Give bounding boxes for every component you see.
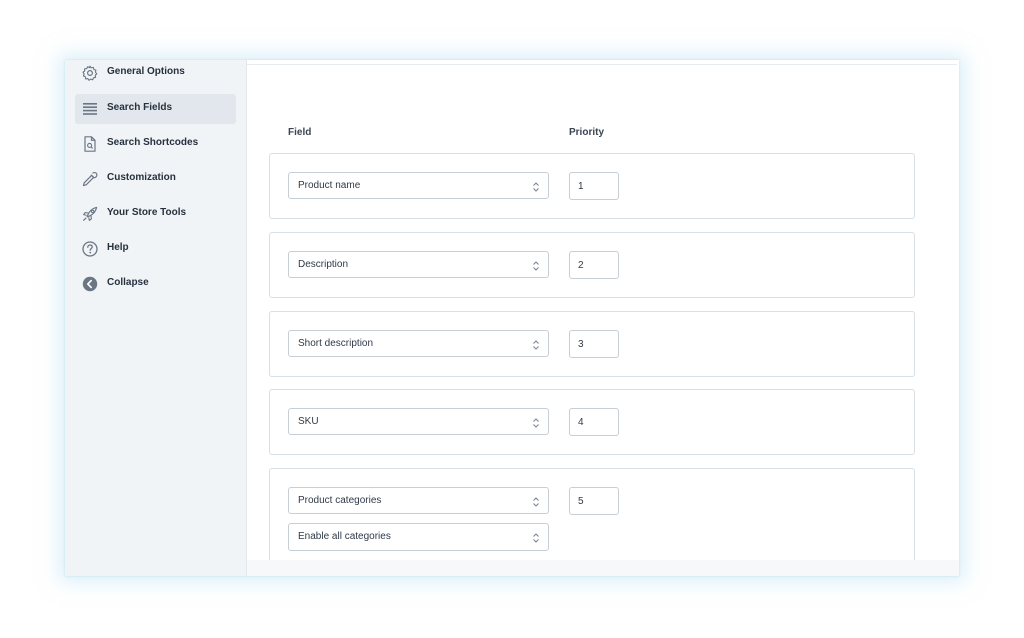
divider	[247, 64, 957, 65]
list-icon	[81, 100, 99, 118]
field-select-value: Short description	[298, 338, 374, 349]
sidebar-item-search-fields[interactable]: Search Fields	[75, 94, 236, 124]
field-select[interactable]: Short description	[288, 330, 549, 357]
rocket-icon	[81, 205, 99, 223]
sidebar-item-customization[interactable]: Customization	[75, 164, 236, 194]
sidebar-item-label: Your Store Tools	[107, 207, 187, 218]
search-fields-panel: Field Priority Product name 1 Descriptio…	[247, 60, 959, 576]
sidebar: General Options Search Fields Search Sho…	[65, 60, 247, 576]
priority-input[interactable]: 5	[569, 487, 619, 515]
sidebar-item-your-store-tools[interactable]: Your Store Tools	[75, 199, 236, 229]
category-scope-value: Enable all categories	[298, 531, 391, 542]
sidebar-item-label: Customization	[107, 172, 176, 183]
field-select-value: SKU	[298, 416, 319, 427]
updown-arrows-icon	[532, 259, 540, 271]
priority-value: 4	[578, 417, 584, 428]
priority-input[interactable]: 4	[569, 408, 619, 436]
priority-value: 2	[578, 260, 584, 271]
sidebar-item-collapse[interactable]: Collapse	[75, 269, 236, 299]
category-scope-select[interactable]: Enable all categories	[288, 523, 549, 551]
sidebar-item-label: Help	[107, 242, 129, 253]
eyedropper-icon	[81, 170, 99, 188]
updown-arrows-icon	[532, 180, 540, 192]
field-select[interactable]: SKU	[288, 408, 549, 435]
field-select-value: Description	[298, 259, 349, 270]
updown-arrows-icon	[532, 338, 540, 350]
field-row: Product name 1	[269, 153, 915, 219]
footer-strip	[247, 560, 959, 576]
priority-column-header: Priority	[569, 127, 605, 138]
field-select-value: Product categories	[298, 495, 382, 506]
updown-arrows-icon	[532, 495, 540, 507]
sidebar-item-label: Search Shortcodes	[107, 137, 199, 148]
priority-input[interactable]: 2	[569, 251, 619, 279]
collapse-arrow-icon	[81, 275, 99, 293]
sidebar-item-search-shortcodes[interactable]: Search Shortcodes	[75, 129, 236, 159]
field-select[interactable]: Product categories	[288, 487, 549, 514]
gear-icon	[81, 64, 99, 82]
sidebar-item-label: General Options	[107, 66, 185, 77]
file-search-icon	[81, 135, 99, 153]
field-row: Description 2	[269, 232, 915, 298]
priority-value: 1	[578, 181, 584, 192]
help-circle-icon	[81, 240, 99, 258]
field-select[interactable]: Product name	[288, 172, 549, 199]
updown-arrows-icon	[532, 531, 540, 543]
app-window: General Options Search Fields Search Sho…	[65, 60, 959, 576]
sidebar-item-general-options[interactable]: General Options	[75, 60, 236, 88]
field-row: SKU 4	[269, 389, 915, 455]
priority-input[interactable]: 3	[569, 330, 619, 358]
field-select-value: Product name	[298, 180, 361, 191]
priority-input[interactable]: 1	[569, 172, 619, 200]
sidebar-item-help[interactable]: Help	[75, 234, 236, 264]
priority-value: 3	[578, 339, 584, 350]
field-select[interactable]: Description	[288, 251, 549, 278]
field-row: Short description 3	[269, 311, 915, 377]
sidebar-item-label: Collapse	[107, 277, 149, 288]
field-column-header: Field	[288, 127, 312, 138]
updown-arrows-icon	[532, 416, 540, 428]
sidebar-item-label: Search Fields	[107, 102, 173, 113]
priority-value: 5	[578, 496, 584, 507]
